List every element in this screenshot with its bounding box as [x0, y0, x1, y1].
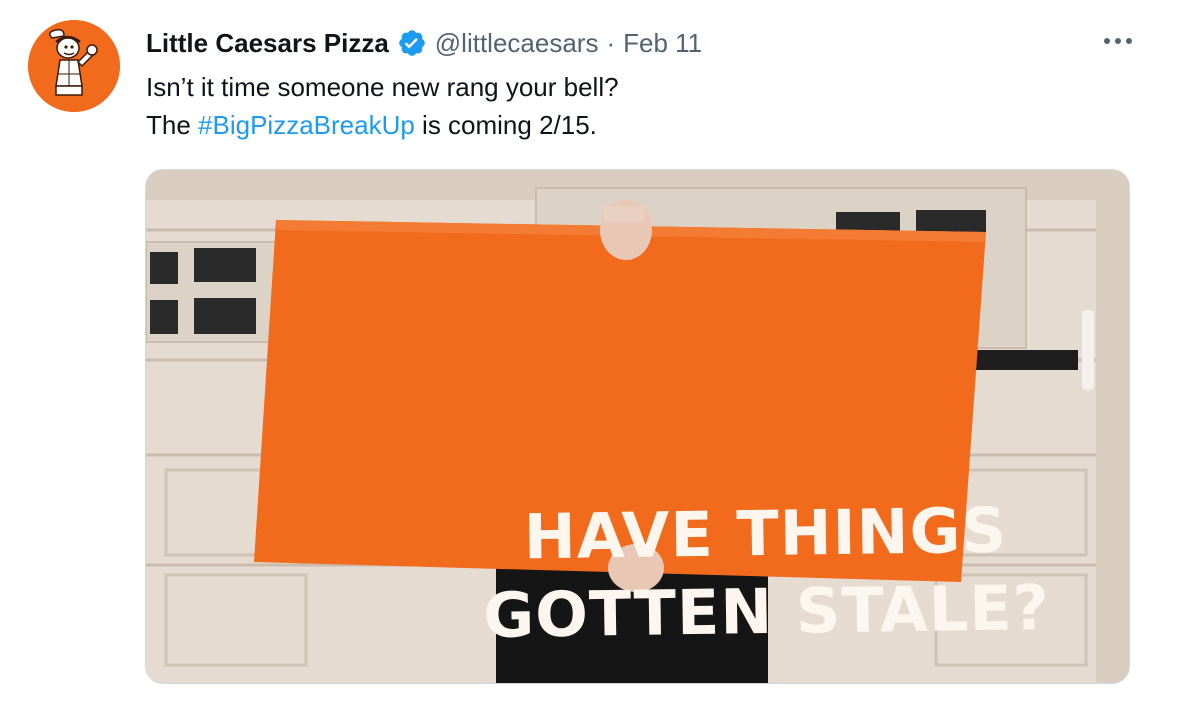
tweet-text-prefix: The	[146, 110, 199, 140]
tweet-media-image[interactable]: HAVE THINGS GOTTEN STALE?	[145, 169, 1130, 684]
sign-line-1: HAVE THINGS	[523, 493, 1008, 574]
sign-line-2: GOTTEN STALE?	[482, 571, 1051, 652]
little-caesars-logo-icon	[28, 20, 120, 112]
verified-badge-icon	[397, 28, 427, 58]
tweet-text-suffix: is coming 2/15.	[414, 110, 597, 140]
header-separator: ·	[606, 27, 616, 58]
tweet-text-line-1: Isn’t it time someone new rang your bell…	[146, 72, 619, 102]
author-avatar[interactable]	[28, 20, 120, 112]
tweet[interactable]: Little Caesars Pizza @littlecaesars · Fe…	[0, 0, 1200, 701]
sign-text: HAVE THINGS GOTTEN STALE?	[415, 490, 1117, 656]
tweet-text: Isn’t it time someone new rang your bell…	[146, 68, 1106, 144]
tweet-text-line-2: The #BigPizzaBreakUp is coming 2/15.	[146, 106, 1106, 144]
tweet-header: Little Caesars Pizza @littlecaesars · Fe…	[146, 26, 702, 60]
hashtag-link[interactable]: #BigPizzaBreakUp	[198, 110, 415, 140]
author-handle[interactable]: @littlecaesars	[435, 28, 599, 59]
more-horizontal-icon[interactable]	[1098, 24, 1138, 58]
author-display-name[interactable]: Little Caesars Pizza	[146, 28, 389, 59]
tweet-date[interactable]: Feb 11	[623, 28, 702, 59]
